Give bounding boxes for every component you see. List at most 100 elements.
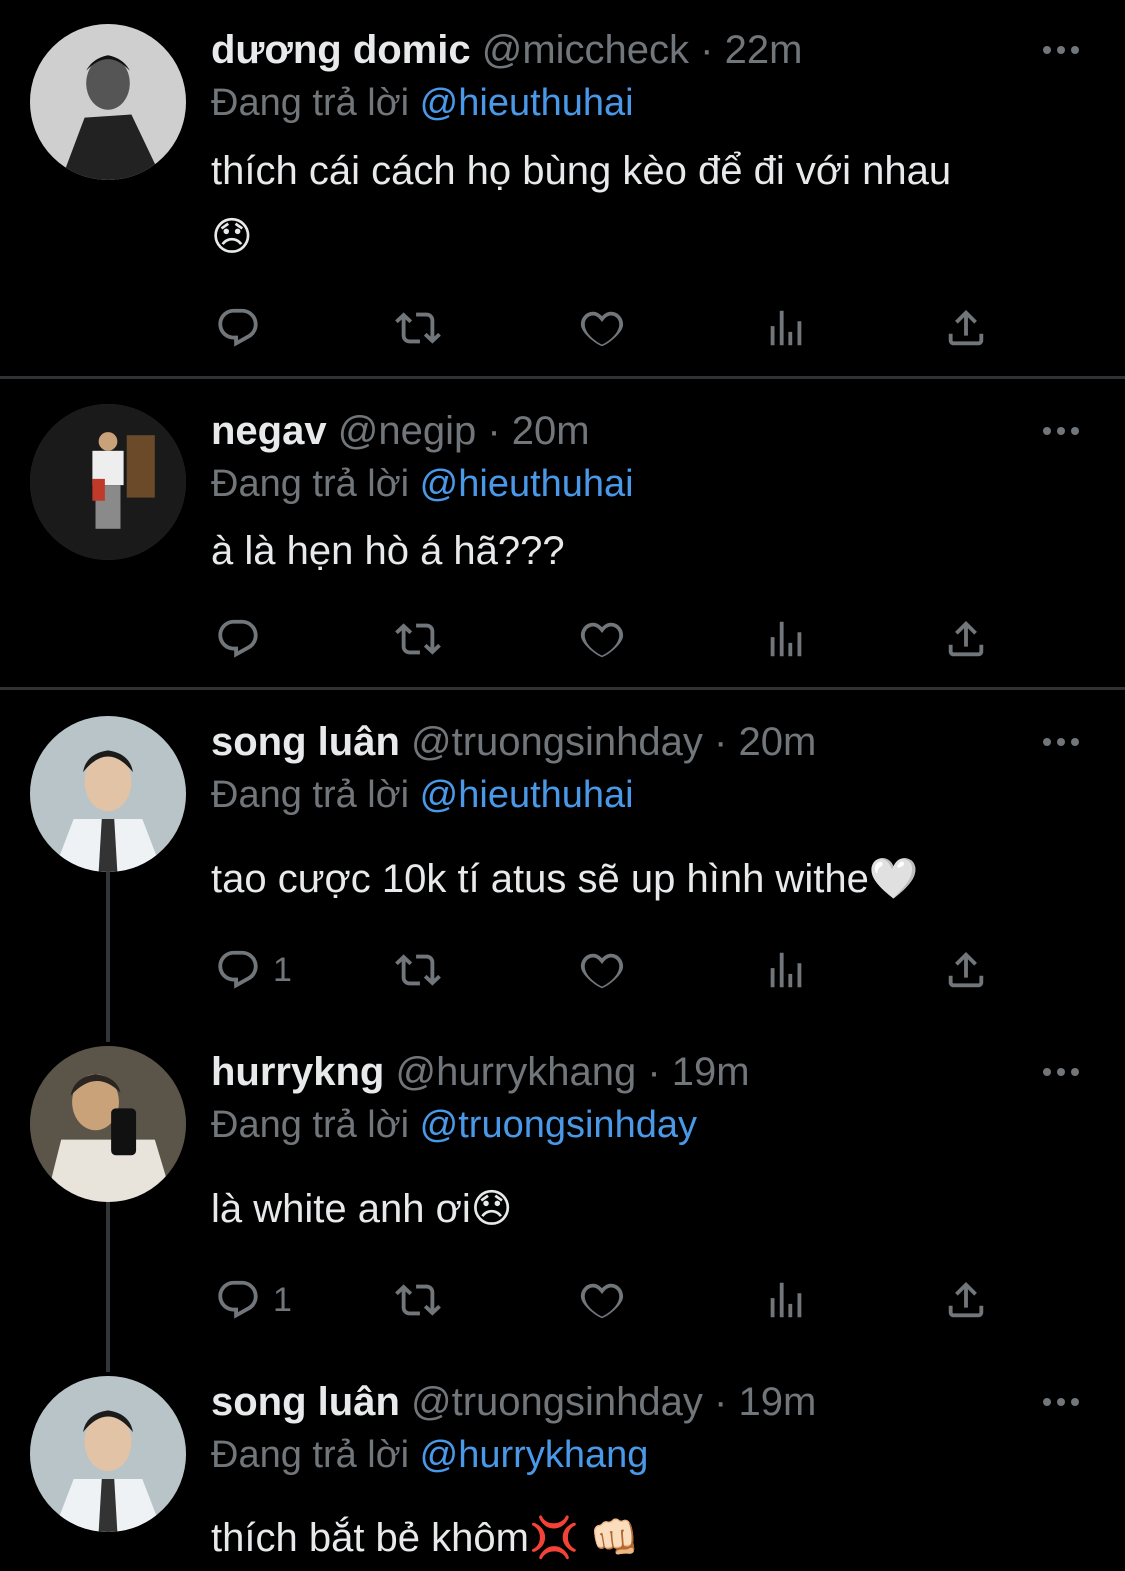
handle-time: @miccheck · 22m	[481, 28, 803, 72]
action-bar: 1	[211, 945, 1011, 995]
tweet-header: song luân @truongsinhday · 20m	[211, 718, 1065, 766]
tweet-header: song luân @truongsinhday · 19m	[211, 1378, 1065, 1426]
reply-prefix: Đang trả lời	[211, 1104, 410, 1146]
tweet-text-line: thích bắt bẻ khôm	[211, 1516, 529, 1560]
tweet-header: negav @negip · 20m	[211, 407, 1065, 455]
avatar[interactable]	[30, 404, 186, 560]
share-button[interactable]	[943, 1275, 989, 1325]
reply-prefix: Đang trả lời	[211, 774, 410, 816]
reply-icon	[215, 616, 261, 662]
handle-time: @negip · 20m	[337, 409, 590, 453]
reply-prefix: Đang trả lời	[211, 82, 410, 124]
share-button[interactable]	[943, 303, 989, 353]
like-button[interactable]	[579, 614, 625, 664]
retweet-icon	[395, 947, 441, 993]
avatar[interactable]	[30, 716, 186, 872]
tweet-text: là white anh ơi😞	[211, 1176, 1065, 1242]
display-name[interactable]: song luân	[211, 1380, 400, 1424]
reply-icon	[215, 1277, 261, 1323]
retweet-icon	[395, 305, 441, 351]
like-button[interactable]	[579, 945, 625, 995]
avatar[interactable]	[30, 1046, 186, 1202]
reply-icon	[215, 947, 261, 993]
reply-button[interactable]: 1	[215, 945, 292, 995]
tweet-header: hurrykng @hurrykhang · 19m	[211, 1048, 1065, 1096]
replying-to: Đang trả lời @truongsinhday	[211, 1102, 697, 1148]
replying-to: Đang trả lời @hieuthuhai	[211, 80, 634, 126]
heart-icon	[579, 305, 625, 351]
emoji: 😞	[470, 1187, 513, 1231]
more-icon[interactable]	[1041, 722, 1081, 762]
share-icon	[943, 1277, 989, 1323]
share-button[interactable]	[943, 945, 989, 995]
display-name[interactable]: negav	[211, 409, 327, 453]
more-icon[interactable]	[1041, 1382, 1081, 1422]
tweet-text-line: là white anh ơi	[211, 1187, 471, 1231]
divider	[0, 687, 1125, 690]
share-button[interactable]	[943, 614, 989, 664]
views-button[interactable]	[763, 614, 809, 664]
display-name[interactable]: hurrykng	[211, 1050, 384, 1094]
share-icon	[943, 616, 989, 662]
like-button[interactable]	[579, 1275, 625, 1325]
retweet-button[interactable]	[395, 614, 441, 664]
thread-connector	[106, 872, 110, 1042]
more-icon[interactable]	[1041, 30, 1081, 70]
retweet-button[interactable]	[395, 945, 441, 995]
views-icon	[763, 1277, 809, 1323]
more-icon[interactable]	[1041, 411, 1081, 451]
share-icon	[943, 305, 989, 351]
replying-to: Đang trả lời @hieuthuhai	[211, 772, 634, 818]
tweet-text-line: tao cược 10k tí atus sẽ up hình withe	[211, 857, 869, 901]
action-bar	[211, 614, 1011, 664]
tweet-text-line: à là hẹn hò á hã???	[211, 529, 565, 573]
like-button[interactable]	[579, 303, 625, 353]
divider	[0, 376, 1125, 379]
reply-count: 1	[273, 950, 292, 989]
reply-button[interactable]	[215, 303, 261, 353]
tweet-header: dương domic @miccheck · 22m	[211, 26, 1065, 74]
retweet-icon	[395, 1277, 441, 1323]
retweet-button[interactable]	[395, 1275, 441, 1325]
tweet-text: thích bắt bẻ khôm💢 👊🏻	[211, 1505, 1065, 1571]
replying-to: Đang trả lời @hieuthuhai	[211, 461, 634, 507]
mention-link[interactable]: @hieuthuhai	[420, 463, 634, 505]
emoji: 💢 👊🏻	[528, 1516, 640, 1560]
action-bar	[211, 303, 1011, 353]
avatar[interactable]	[30, 1376, 186, 1532]
tweet-text: tao cược 10k tí atus sẽ up hình withe🤍	[211, 846, 1065, 912]
display-name[interactable]: dương domic	[211, 28, 471, 72]
replying-to: Đang trả lời @hurrykhang	[211, 1432, 648, 1478]
reply-prefix: Đang trả lời	[211, 1434, 410, 1476]
thread-connector	[106, 1202, 110, 1372]
emoji: 🤍	[868, 857, 919, 901]
share-icon	[943, 947, 989, 993]
views-button[interactable]	[763, 303, 809, 353]
mention-link[interactable]: @hieuthuhai	[420, 774, 634, 816]
views-button[interactable]	[763, 1275, 809, 1325]
reply-count: 1	[273, 1280, 292, 1319]
reply-button[interactable]	[215, 614, 261, 664]
display-name[interactable]: song luân	[211, 720, 400, 764]
retweet-icon	[395, 616, 441, 662]
handle-time: @hurrykhang · 19m	[395, 1050, 750, 1094]
mention-link[interactable]: @truongsinhday	[420, 1104, 697, 1146]
reply-icon	[215, 305, 261, 351]
reply-button[interactable]: 1	[215, 1275, 292, 1325]
views-icon	[763, 947, 809, 993]
mention-link[interactable]: @hieuthuhai	[420, 82, 634, 124]
handle-time: @truongsinhday · 20m	[411, 720, 817, 764]
more-icon[interactable]	[1041, 1052, 1081, 1092]
heart-icon	[579, 616, 625, 662]
views-icon	[763, 616, 809, 662]
heart-icon	[579, 1277, 625, 1323]
views-icon	[763, 305, 809, 351]
tweet-text: à là hẹn hò á hã???	[211, 518, 1065, 584]
avatar[interactable]	[30, 24, 186, 180]
handle-time: @truongsinhday · 19m	[411, 1380, 817, 1424]
mention-link[interactable]: @hurrykhang	[420, 1434, 649, 1476]
retweet-button[interactable]	[395, 303, 441, 353]
views-button[interactable]	[763, 945, 809, 995]
action-bar: 1	[211, 1275, 1011, 1325]
tweet-text: thích cái cách họ bùng kèo để đi với nha…	[211, 138, 1065, 270]
